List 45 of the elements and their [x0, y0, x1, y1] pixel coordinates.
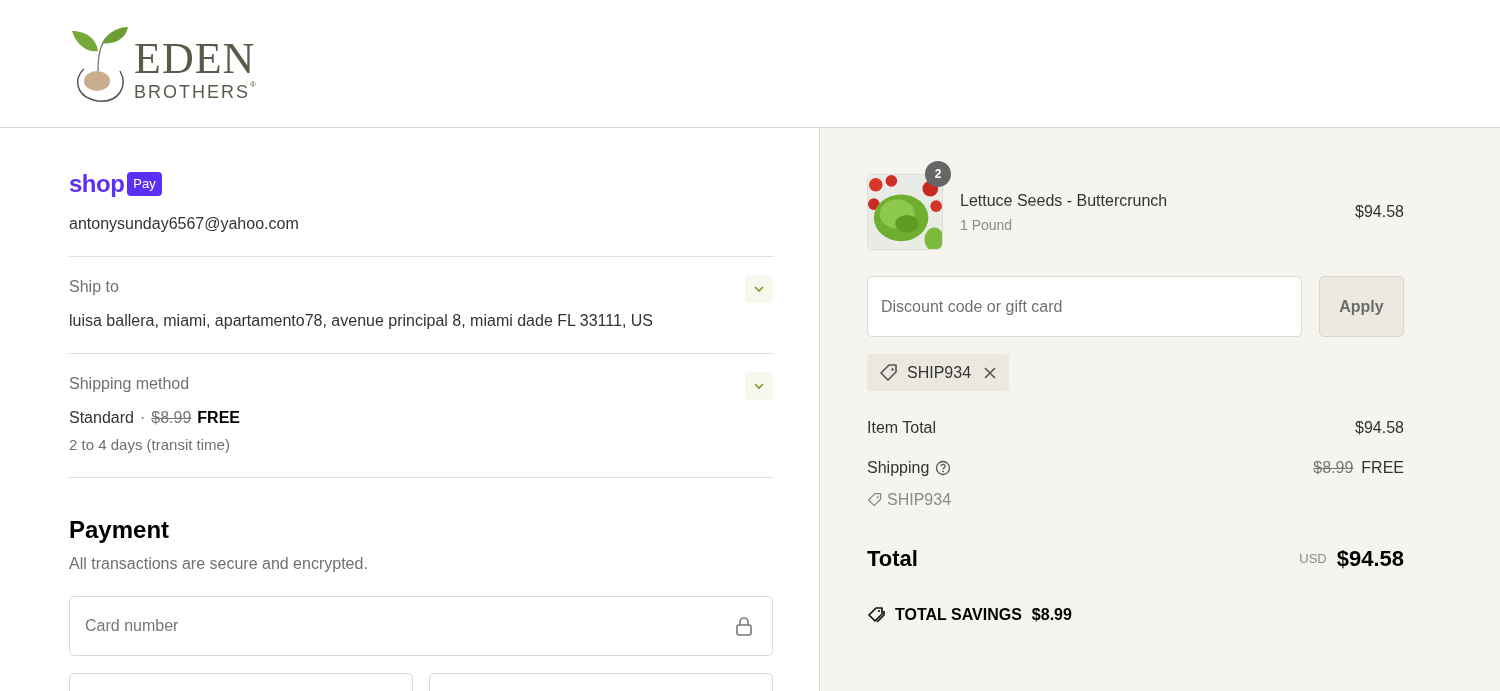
shipping-address: luisa ballera, miami, apartamento78, avenue principal 8, miami dade FL 33111, US	[69, 311, 653, 331]
apply-button[interactable]: Apply	[1319, 276, 1404, 337]
help-icon[interactable]	[935, 460, 952, 476]
expand-button[interactable]	[745, 372, 773, 400]
quantity-badge: 2	[925, 161, 951, 187]
summary-value: FREE	[1361, 458, 1404, 478]
savings-label: TOTAL SAVINGS	[895, 605, 1022, 625]
product-name: Lettuce Seeds - Buttercrunch	[960, 190, 1169, 211]
lock-icon	[735, 615, 753, 636]
separator-dot: ·	[139, 408, 146, 428]
registered-mark: ®	[250, 80, 256, 89]
logo-subtitle: BROTHERS	[134, 82, 250, 101]
shipping-price: FREE	[197, 408, 240, 428]
close-icon[interactable]	[983, 365, 998, 380]
summary-label: Item Total	[867, 418, 937, 438]
shop-pay-logo: shop	[69, 172, 125, 196]
summary-value: $94.58	[1355, 418, 1404, 438]
expand-button[interactable]	[745, 275, 773, 303]
section-label: Shipping method	[69, 374, 191, 394]
tags-icon	[867, 605, 887, 625]
total-amount: $94.58	[1336, 545, 1404, 573]
old-price: $8.99	[151, 408, 192, 428]
summary-label: Shipping	[867, 458, 930, 478]
sprout-logo-icon	[70, 24, 130, 103]
pay-badge: Pay	[127, 172, 162, 196]
payment-note: All transactions are secure and encrypted.	[69, 553, 369, 574]
currency-label: USD	[1299, 549, 1327, 568]
delivery-time: 2 to 4 days (transit time)	[69, 435, 231, 455]
shipping-method-name: Standard	[69, 408, 134, 428]
product-variant: 1 Pound	[960, 215, 1014, 235]
card-number-field[interactable]: Card number	[69, 595, 773, 656]
product-price: $94.58	[1355, 202, 1404, 222]
tag-icon	[879, 362, 899, 383]
section-label: Ship to	[69, 277, 120, 297]
discount-code-field[interactable]: Discount code or gift card	[867, 276, 1302, 337]
payment-heading: Payment	[69, 517, 171, 542]
logo-wordmark: EDEN	[134, 36, 256, 81]
discount-code: SHIP934	[887, 490, 952, 510]
chevron-down-icon	[753, 382, 765, 390]
savings-amount: $8.99	[1031, 605, 1072, 625]
account-email: antonysunday6567@yahoo.com	[69, 214, 300, 234]
chevron-down-icon	[753, 285, 765, 293]
total-label: Total	[867, 545, 918, 573]
old-price: $8.99	[1313, 458, 1354, 478]
tag-icon	[867, 492, 883, 508]
